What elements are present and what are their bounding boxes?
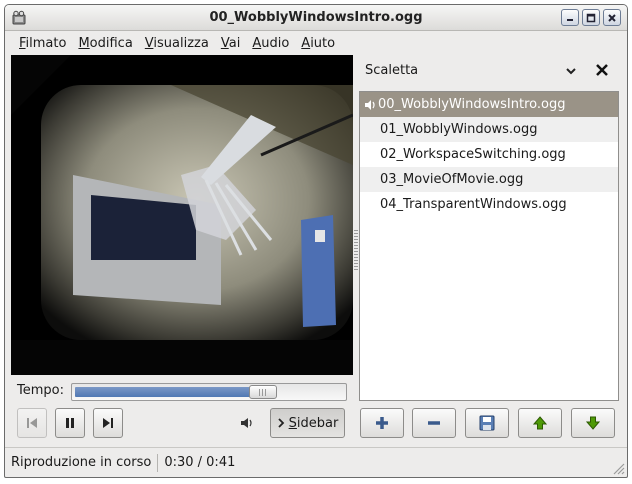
menu-filmato[interactable]: Filmato: [13, 36, 72, 51]
skip-next-icon: [103, 418, 113, 428]
playback-status: Riproduzione in corso: [11, 455, 152, 470]
sidebar-title[interactable]: Scaletta: [365, 63, 418, 78]
minimize-button[interactable]: [561, 9, 579, 26]
seek-slider[interactable]: [71, 383, 347, 401]
playlist-item[interactable]: 04_TransparentWindows.ogg: [360, 192, 618, 217]
remove-icon: [428, 421, 440, 425]
menu-bar: Filmato Modifica Visualizza Vai Audio Ai…: [5, 31, 627, 55]
menu-aiuto[interactable]: Aiuto: [295, 36, 341, 51]
skip-previous-icon: [27, 418, 37, 428]
previous-button[interactable]: [17, 408, 47, 438]
seek-slider-fill: [75, 387, 263, 397]
menu-vai[interactable]: Vai: [215, 36, 246, 51]
pause-button[interactable]: [55, 408, 85, 438]
pane-resize-handle[interactable]: [354, 230, 358, 272]
volume-button[interactable]: [239, 415, 255, 431]
sidebar-close-icon[interactable]: [595, 63, 609, 77]
time-label: Tempo:: [17, 383, 64, 398]
next-button[interactable]: [93, 408, 123, 438]
remove-from-playlist-button[interactable]: [412, 408, 456, 438]
chevron-down-icon[interactable]: [565, 65, 577, 77]
chevron-right-icon: [278, 418, 284, 428]
maximize-button[interactable]: [582, 9, 600, 26]
resize-grip-icon[interactable]: [611, 461, 625, 475]
move-down-icon: [585, 416, 601, 430]
close-icon: [608, 13, 616, 22]
seek-slider-thumb[interactable]: [248, 385, 277, 399]
menu-audio[interactable]: Audio: [246, 36, 295, 51]
add-to-playlist-button[interactable]: [360, 408, 404, 438]
playlist-item[interactable]: 02_WorkspaceSwitching.ogg: [360, 142, 618, 167]
playlist-item[interactable]: 03_MovieOfMovie.ogg: [360, 167, 618, 192]
move-up-button[interactable]: [518, 408, 562, 438]
save-playlist-button[interactable]: [465, 408, 509, 438]
video-display[interactable]: [11, 55, 353, 375]
close-button[interactable]: [603, 9, 621, 26]
minimize-icon: [567, 18, 573, 21]
speaker-icon: [241, 418, 252, 428]
now-playing-speaker-icon: [365, 99, 375, 110]
playlist: 00_WobblyWindowsIntro.ogg 01_WobblyWindo…: [359, 91, 619, 401]
player-window: 00_WobblyWindowsIntro.ogg Filmato Modifi…: [4, 4, 628, 478]
status-bar: Riproduzione in corso 0:30 / 0:41: [5, 447, 627, 477]
move-up-icon: [532, 416, 548, 430]
save-icon: [479, 415, 495, 431]
move-down-button[interactable]: [571, 408, 615, 438]
video-frame-image: [11, 55, 353, 375]
playlist-item[interactable]: 00_WobblyWindowsIntro.ogg: [360, 92, 618, 117]
add-icon: [376, 417, 388, 429]
playback-time: 0:30 / 0:41: [164, 455, 236, 470]
menu-modifica[interactable]: Modifica: [72, 36, 138, 51]
sidebar-toggle-label: Sidebar: [288, 415, 339, 431]
window-title: 00_WobblyWindowsIntro.ogg: [209, 10, 423, 25]
title-bar[interactable]: 00_WobblyWindowsIntro.ogg: [5, 5, 627, 31]
playlist-item[interactable]: 01_WobblyWindows.ogg: [360, 117, 618, 142]
pause-icon: [66, 418, 74, 428]
sidebar-toggle-button[interactable]: Sidebar: [270, 408, 345, 438]
menu-visualizza[interactable]: Visualizza: [139, 36, 215, 51]
maximize-icon: [586, 13, 596, 22]
